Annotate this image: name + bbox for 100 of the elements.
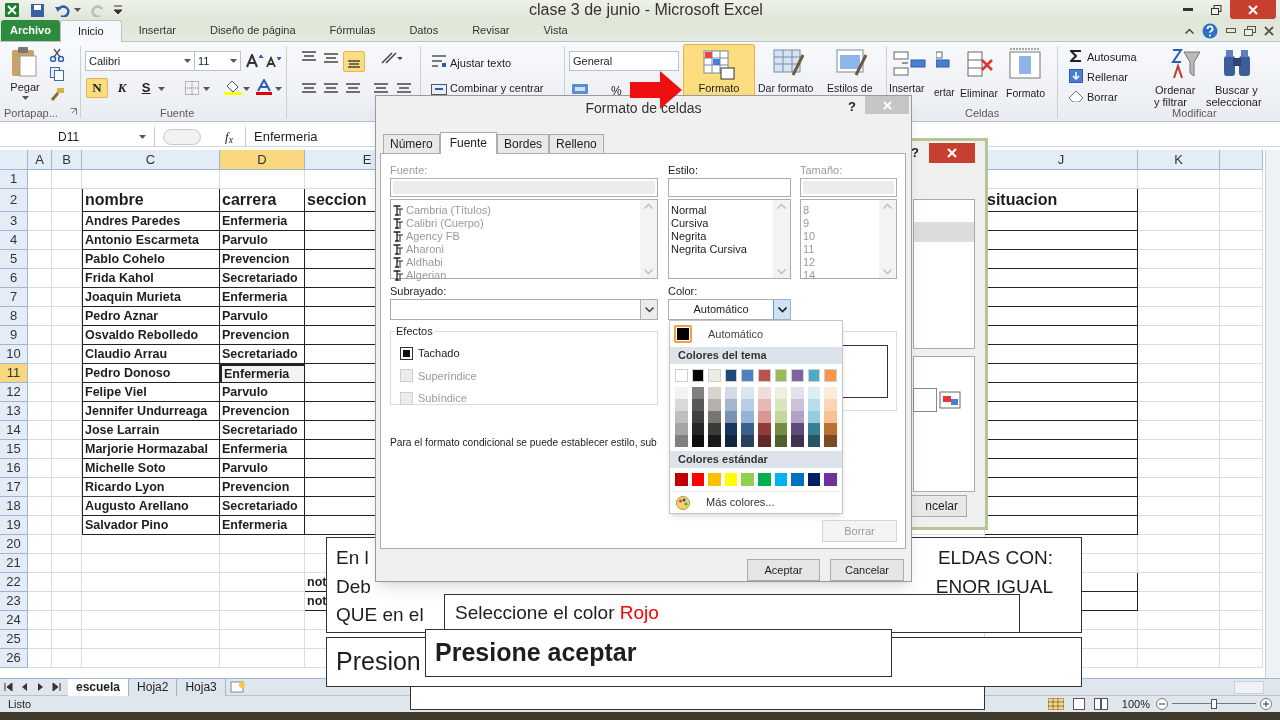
row-header[interactable]: 12 bbox=[0, 383, 28, 402]
eraser-icon[interactable] bbox=[1068, 90, 1084, 102]
shade-column[interactable] bbox=[708, 387, 721, 447]
dialog-tab[interactable]: Fuente bbox=[439, 132, 498, 154]
insert-button[interactable]: ertar bbox=[934, 87, 955, 99]
table-cell[interactable]: Marjorie Hormazabal bbox=[82, 440, 220, 459]
table-cell[interactable]: Parvulo bbox=[220, 231, 305, 250]
ribbon-tab[interactable]: Insertar bbox=[121, 20, 193, 41]
row-header[interactable]: 16 bbox=[0, 459, 28, 478]
list-item[interactable]: Normal bbox=[671, 204, 707, 217]
shade-column[interactable] bbox=[757, 387, 771, 447]
function-button[interactable]: f$_{x}$ bbox=[225, 126, 245, 147]
slider-thumb[interactable] bbox=[1211, 699, 1217, 709]
row-header[interactable]: 17 bbox=[0, 478, 28, 497]
sheet-tab[interactable]: Hoja3 bbox=[177, 678, 226, 696]
italic-button[interactable]: K bbox=[112, 78, 132, 98]
table-cell[interactable]: Joaquin Murieta bbox=[82, 288, 220, 307]
table-cell[interactable]: nombre bbox=[82, 189, 220, 212]
scrollbar[interactable] bbox=[879, 200, 896, 278]
outdent-icon[interactable] bbox=[395, 81, 413, 95]
help-button[interactable]: ? bbox=[911, 143, 919, 163]
ribbon-tab[interactable]: Inicio bbox=[59, 20, 122, 42]
caret-icon[interactable] bbox=[230, 59, 237, 63]
dialog-launcher-icon[interactable] bbox=[70, 108, 77, 115]
row-header[interactable]: 19 bbox=[0, 516, 28, 535]
sum-icon[interactable] bbox=[1070, 50, 1082, 62]
row-header[interactable]: 3 bbox=[0, 212, 28, 231]
shade-column[interactable] bbox=[774, 387, 788, 447]
currency-icon[interactable] bbox=[571, 82, 591, 96]
format-table-button[interactable]: Dar formato bbox=[758, 82, 814, 94]
font-name-field[interactable]: Calibri bbox=[85, 51, 195, 71]
column-header[interactable]: C bbox=[82, 150, 220, 170]
row-header[interactable]: 7 bbox=[0, 288, 28, 307]
row-header[interactable]: 6 bbox=[0, 269, 28, 288]
undo-icon[interactable] bbox=[55, 3, 70, 17]
row-header[interactable]: 2 bbox=[0, 189, 28, 212]
spreadsheet-icon[interactable] bbox=[4, 2, 20, 18]
clear-button[interactable]: Borrar bbox=[1087, 89, 1118, 106]
caret-icon[interactable] bbox=[275, 87, 282, 91]
color-swatch[interactable] bbox=[824, 369, 837, 382]
column-header[interactable]: J bbox=[985, 150, 1138, 170]
table-cell[interactable]: Prevencion bbox=[220, 250, 305, 269]
color-swatch[interactable] bbox=[791, 473, 804, 486]
close-button[interactable] bbox=[1230, 0, 1276, 19]
column-header[interactable]: B bbox=[52, 150, 82, 170]
checkbox[interactable] bbox=[400, 346, 413, 360]
table-cell[interactable]: Enfermeria bbox=[220, 440, 305, 459]
table-cell[interactable]: Secretariado bbox=[220, 269, 305, 288]
caret-icon[interactable] bbox=[139, 134, 146, 139]
fill-down-icon[interactable] bbox=[1069, 69, 1083, 83]
table-cell[interactable]: Ricardo Lyon bbox=[82, 478, 220, 497]
row-header[interactable]: 26 bbox=[0, 649, 28, 668]
row-header[interactable]: 15 bbox=[0, 440, 28, 459]
table-cell[interactable]: Enfermeria bbox=[220, 288, 305, 307]
shade-column[interactable] bbox=[791, 387, 804, 447]
format-cells-icon[interactable] bbox=[1009, 48, 1041, 80]
caret-icon[interactable] bbox=[158, 87, 165, 91]
format-painter-icon[interactable] bbox=[49, 87, 65, 101]
help-button[interactable]: ? bbox=[848, 97, 856, 117]
underline-button[interactable]: S bbox=[137, 78, 155, 98]
table-cell[interactable]: Parvulo bbox=[220, 459, 305, 478]
merge-icon[interactable] bbox=[431, 82, 447, 96]
file-tab[interactable]: Archivo bbox=[1, 20, 60, 41]
shade-column[interactable] bbox=[807, 387, 821, 447]
color-swatch[interactable] bbox=[741, 369, 754, 382]
color-swatch[interactable] bbox=[708, 473, 721, 486]
color-swatch[interactable] bbox=[724, 369, 738, 382]
caret-icon[interactable] bbox=[21, 95, 29, 100]
orientation-icon[interactable] bbox=[380, 51, 402, 65]
row-header[interactable]: 21 bbox=[0, 554, 28, 573]
color-dropdown[interactable]: Automático bbox=[668, 299, 791, 320]
align-top-icon[interactable] bbox=[300, 49, 318, 63]
color-swatch[interactable] bbox=[774, 473, 788, 486]
menu-item[interactable]: Automático bbox=[670, 321, 842, 347]
table-cell[interactable]: Frida Kahol bbox=[82, 269, 220, 288]
table-cell[interactable]: Prevencion bbox=[220, 402, 305, 421]
shade-column[interactable] bbox=[724, 387, 738, 447]
sheet-tab[interactable]: Hoja2 bbox=[129, 678, 178, 696]
ribbon-tab[interactable]: Revisar bbox=[455, 20, 527, 41]
restore-icon[interactable] bbox=[1244, 26, 1256, 36]
color-swatch[interactable] bbox=[791, 369, 804, 382]
color-swatch[interactable] bbox=[774, 369, 788, 382]
ribbon-tab[interactable]: Vista bbox=[526, 20, 585, 41]
row-header[interactable]: 18 bbox=[0, 497, 28, 516]
row-header[interactable]: 9 bbox=[0, 326, 28, 345]
help-icon[interactable] bbox=[1202, 23, 1218, 39]
sheet-nav-icon[interactable] bbox=[4, 682, 14, 692]
zoom-in-icon[interactable] bbox=[1260, 698, 1272, 710]
name-box[interactable]: D11 bbox=[0, 126, 155, 147]
table-cell[interactable]: Enfermeria bbox=[220, 212, 305, 231]
range-picker-icon[interactable] bbox=[939, 389, 961, 411]
row-header[interactable]: 13 bbox=[0, 402, 28, 421]
wrap-text-button[interactable]: Ajustar texto bbox=[450, 55, 512, 72]
find-button[interactable]: Buscar y bbox=[1215, 82, 1258, 99]
sheet-tab[interactable]: escuela bbox=[68, 678, 130, 696]
ok-button[interactable]: Aceptar bbox=[747, 559, 820, 581]
shade-column[interactable] bbox=[824, 387, 837, 447]
bold-button[interactable]: N bbox=[86, 78, 108, 98]
vertical-scrollbar[interactable] bbox=[1265, 150, 1280, 678]
color-swatch[interactable] bbox=[807, 369, 821, 382]
